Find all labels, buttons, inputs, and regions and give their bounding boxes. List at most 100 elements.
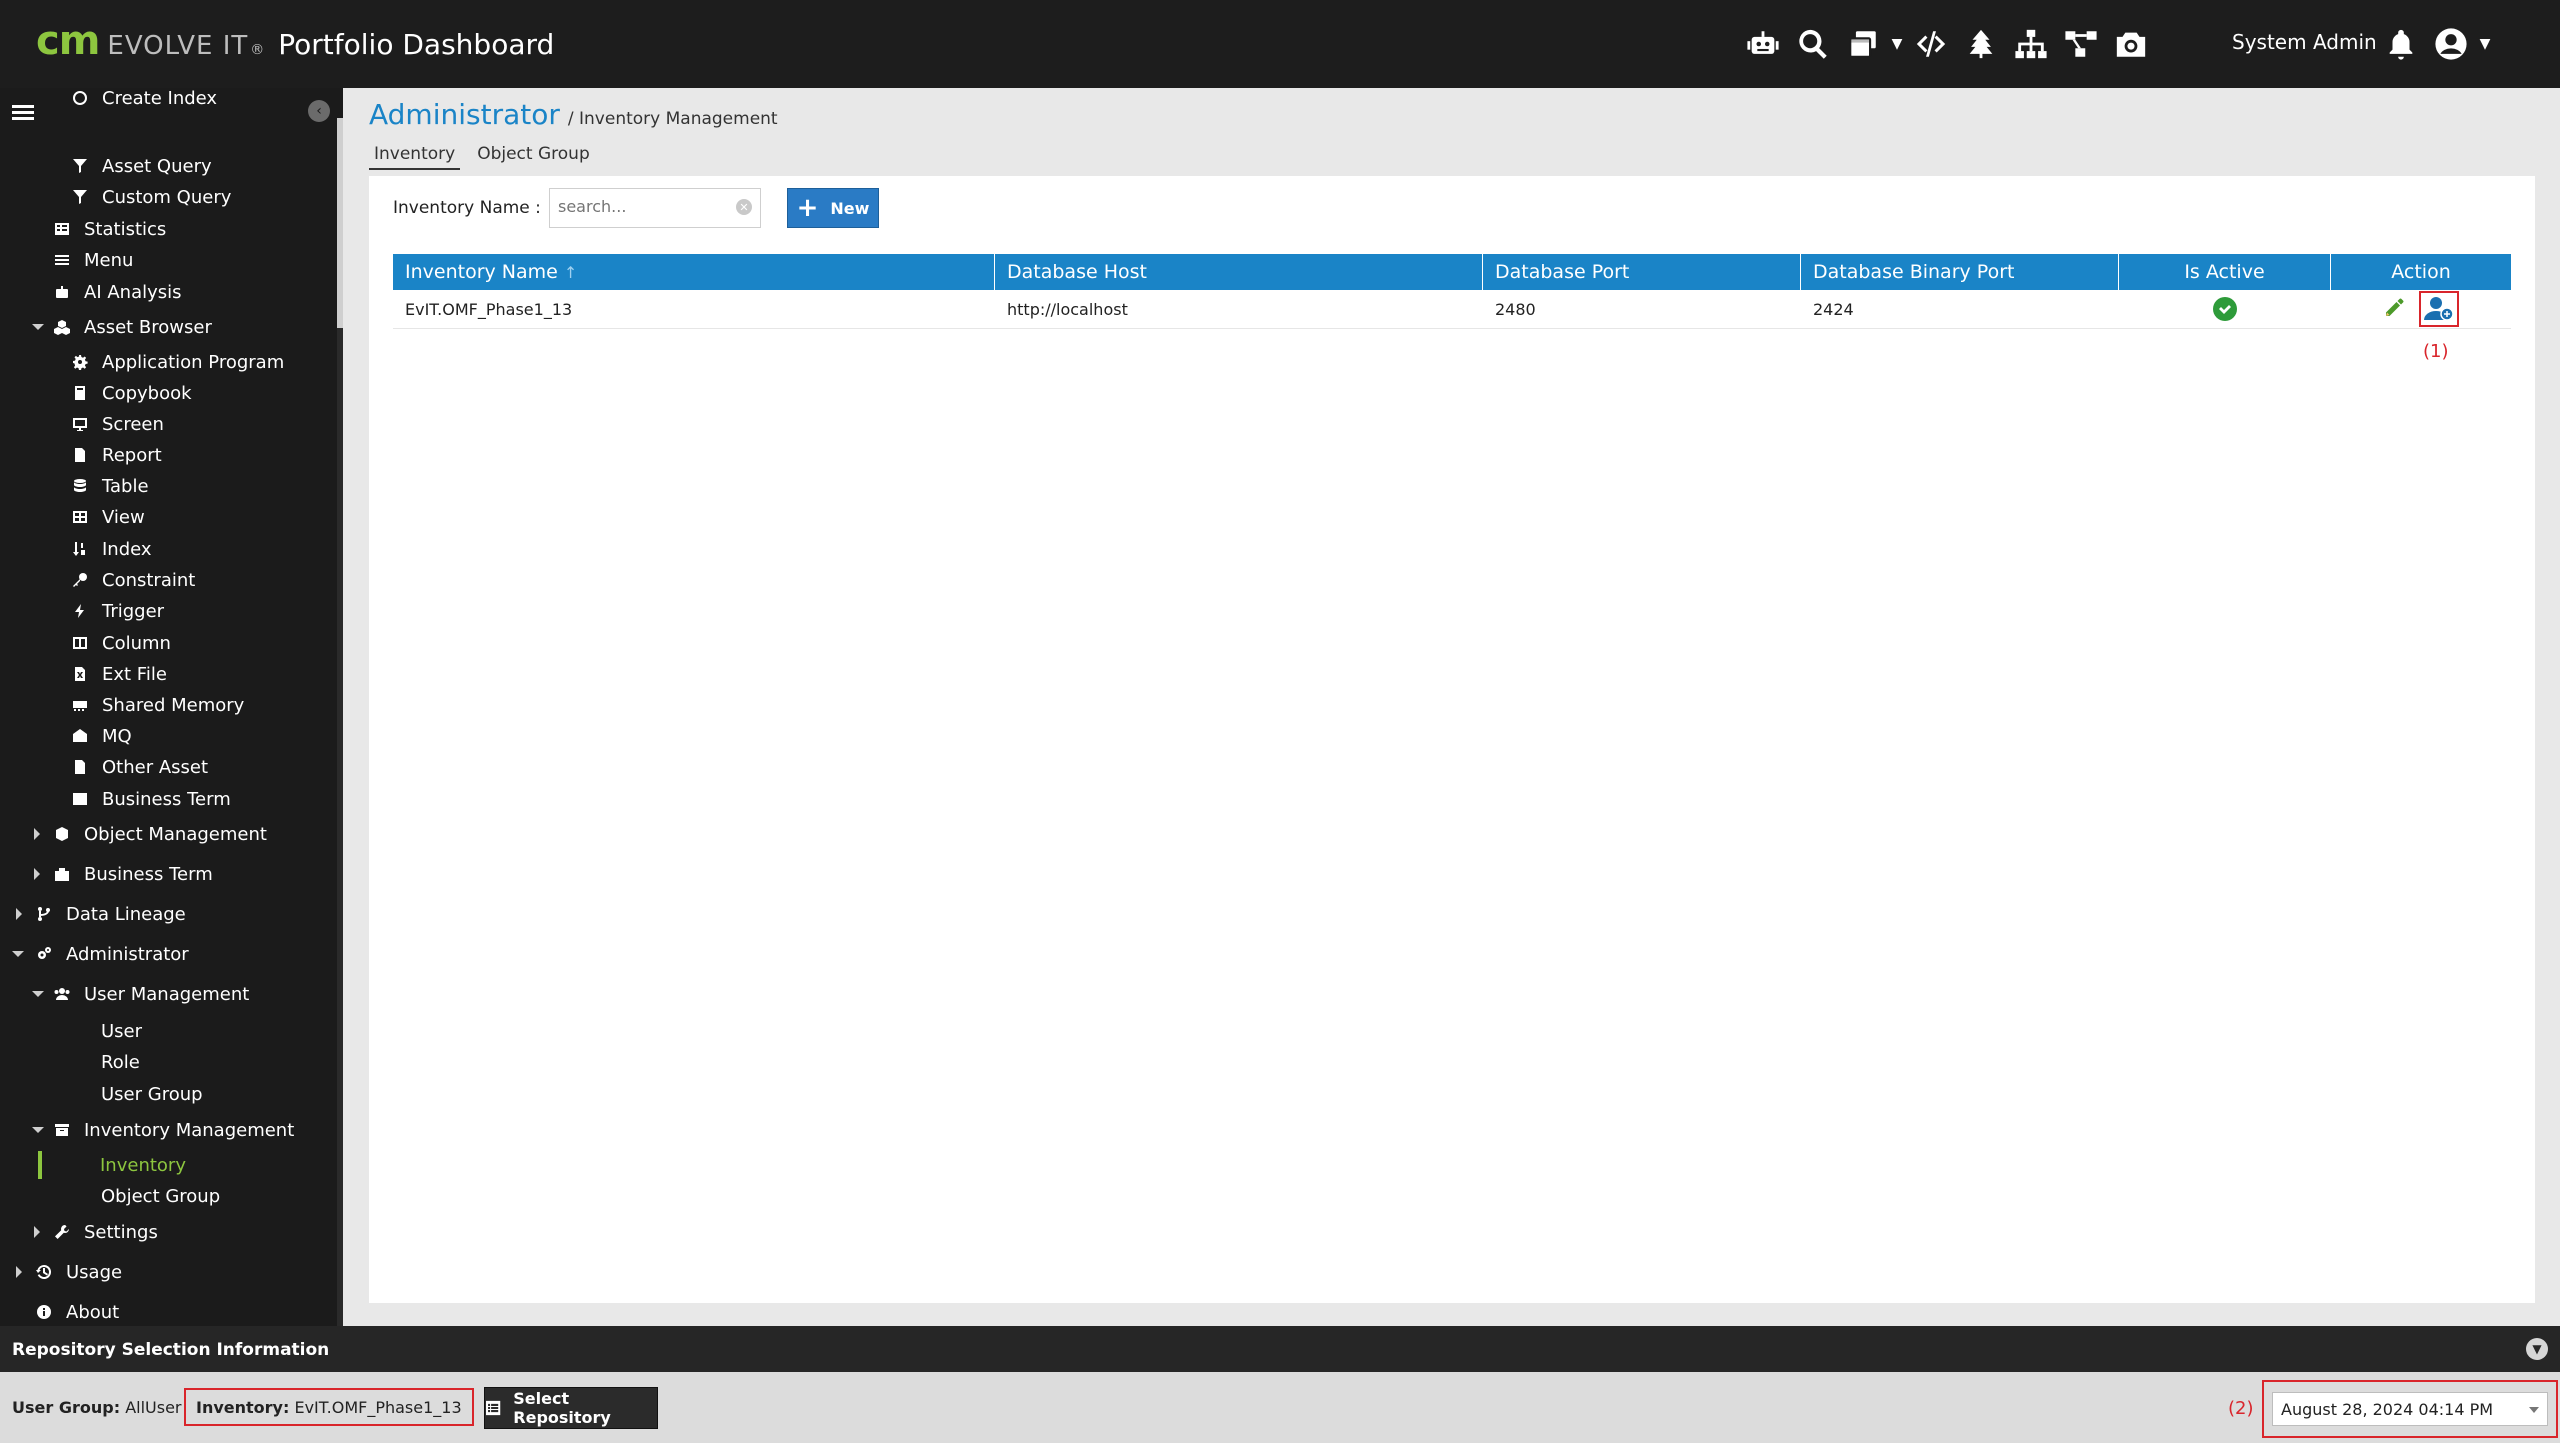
sidebar-item-object-group[interactable]: Object Group bbox=[101, 1182, 220, 1210]
inventory-search-input[interactable] bbox=[550, 189, 728, 223]
new-inventory-button[interactable]: + New bbox=[787, 188, 879, 228]
sidebar-item-mq[interactable]: MQ bbox=[70, 722, 132, 750]
filter-icon bbox=[70, 188, 90, 206]
sidebar-item-user[interactable]: User bbox=[101, 1017, 142, 1045]
sidebar-item-screen[interactable]: Screen bbox=[70, 410, 164, 438]
cell-database-host: http://localhost bbox=[1007, 299, 1128, 319]
column-header-action: Action bbox=[2391, 261, 2451, 283]
cubes-icon bbox=[52, 318, 72, 336]
list-icon bbox=[486, 1400, 501, 1416]
sidebar-item-business-term[interactable]: Business Term bbox=[34, 860, 213, 888]
table-row[interactable]: EvIT.OMF_Phase1_13 http://localhost 2480… bbox=[393, 290, 2511, 329]
expand-arrow-icon[interactable] bbox=[32, 1127, 44, 1133]
sidebar-item-shared-memory[interactable]: Shared Memory bbox=[70, 691, 244, 719]
breadcrumb-administrator[interactable]: Administrator bbox=[369, 98, 560, 131]
sidebar-item-create-index[interactable]: Create Index bbox=[70, 88, 217, 112]
sidebar-item-settings[interactable]: Settings bbox=[34, 1218, 158, 1246]
sidebar: ‹ Create Index Asset Query Custom Query … bbox=[0, 88, 343, 1326]
chevron-down-icon[interactable]: ▼ bbox=[2526, 1338, 2548, 1360]
column-header-database-host[interactable]: Database Host bbox=[995, 254, 1483, 290]
expand-arrow-icon[interactable] bbox=[12, 951, 24, 957]
sidebar-item-inventory[interactable]: Inventory bbox=[100, 1151, 186, 1179]
tree-icon[interactable] bbox=[1961, 24, 2001, 64]
expand-arrow-icon[interactable] bbox=[34, 1226, 40, 1238]
sidebar-item-ext-file[interactable]: Ext File bbox=[70, 660, 167, 688]
sitemap-icon[interactable] bbox=[2011, 24, 2051, 64]
sidebar-scrollbar[interactable] bbox=[337, 118, 343, 1326]
column-header-database-binary-port[interactable]: Database Binary Port bbox=[1801, 254, 2119, 290]
file-icon bbox=[70, 446, 90, 464]
sidebar-item-application-program[interactable]: Application Program bbox=[70, 348, 284, 376]
sidebar-item-ai-analysis[interactable]: AI Analysis bbox=[52, 278, 182, 306]
sidebar-item-menu[interactable]: Menu bbox=[52, 246, 133, 274]
sidebar-item-asset-query[interactable]: Asset Query bbox=[70, 152, 212, 180]
robot-icon[interactable] bbox=[1743, 24, 1783, 64]
app-logo[interactable]: cm EVOLVE IT ® Portfolio Dashboard bbox=[36, 18, 554, 70]
cell-is-active bbox=[2119, 290, 2331, 328]
column-header-inventory-name[interactable]: Inventory Name ↑ bbox=[393, 254, 995, 290]
select-repository-button[interactable]: Select Repository bbox=[484, 1387, 658, 1429]
sidebar-item-index[interactable]: Index bbox=[70, 535, 152, 563]
code-icon[interactable] bbox=[1911, 24, 1951, 64]
envelope-icon bbox=[70, 727, 90, 745]
users-icon bbox=[52, 985, 72, 1003]
tab-inventory[interactable]: Inventory bbox=[369, 142, 461, 170]
sidebar-item-data-lineage[interactable]: Data Lineage bbox=[16, 900, 186, 928]
cell-action bbox=[2331, 290, 2511, 328]
sidebar-item-statistics[interactable]: Statistics bbox=[52, 215, 166, 243]
book-icon bbox=[70, 384, 90, 402]
assign-users-button[interactable] bbox=[2419, 291, 2459, 327]
sidebar-item-business-term-asset[interactable]: Business Term bbox=[70, 785, 231, 813]
sidebar-item-inventory-management[interactable]: Inventory Management bbox=[32, 1116, 294, 1144]
sidebar-item-usage[interactable]: Usage bbox=[16, 1258, 122, 1286]
hamburger-icon[interactable] bbox=[12, 102, 34, 124]
sidebar-item-trigger[interactable]: Trigger bbox=[70, 597, 164, 625]
cogs-icon bbox=[34, 945, 54, 963]
plus-icon: + bbox=[796, 193, 819, 223]
columns-icon bbox=[70, 634, 90, 652]
sort-numeric-icon bbox=[70, 540, 90, 558]
tab-object-group[interactable]: Object Group bbox=[472, 142, 595, 170]
expand-arrow-icon[interactable] bbox=[34, 868, 40, 880]
sidebar-item-role[interactable]: Role bbox=[101, 1048, 140, 1076]
column-header-database-port[interactable]: Database Port bbox=[1483, 254, 1801, 290]
sidebar-item-copybook[interactable]: Copybook bbox=[70, 379, 192, 407]
sidebar-item-constraint[interactable]: Constraint bbox=[70, 566, 195, 594]
diagram-icon[interactable] bbox=[2061, 24, 2101, 64]
expand-arrow-icon[interactable] bbox=[32, 324, 44, 330]
collapse-sidebar-icon[interactable]: ‹ bbox=[308, 100, 330, 122]
history-icon bbox=[34, 1263, 54, 1281]
sidebar-item-administrator[interactable]: Administrator bbox=[12, 940, 189, 968]
camera-icon[interactable] bbox=[2111, 24, 2151, 64]
gear-icon bbox=[70, 353, 90, 371]
sidebar-item-other-asset[interactable]: Other Asset bbox=[70, 753, 208, 781]
expand-arrow-icon[interactable] bbox=[34, 828, 40, 840]
sidebar-item-table[interactable]: Table bbox=[70, 472, 149, 500]
user-menu-caret[interactable]: ▼ bbox=[2476, 24, 2494, 64]
bell-icon[interactable] bbox=[2381, 24, 2421, 64]
expand-arrow-icon[interactable] bbox=[16, 1266, 22, 1278]
repository-selection-bar: Repository Selection Information ▼ bbox=[0, 1326, 2560, 1372]
user-name[interactable]: System Admin bbox=[2232, 30, 2377, 54]
sidebar-item-custom-query[interactable]: Custom Query bbox=[70, 183, 231, 211]
sidebar-item-about[interactable]: About bbox=[34, 1298, 119, 1326]
sidebar-item-view[interactable]: View bbox=[70, 503, 145, 531]
search-icon[interactable] bbox=[1793, 24, 1833, 64]
windows-dropdown-caret[interactable]: ▼ bbox=[1888, 24, 1906, 64]
datetime-select[interactable]: August 28, 2024 04:14 PM bbox=[2272, 1392, 2548, 1426]
sidebar-item-asset-browser[interactable]: Asset Browser bbox=[32, 313, 212, 341]
expand-arrow-icon[interactable] bbox=[32, 991, 44, 997]
expand-arrow-icon[interactable] bbox=[16, 908, 22, 920]
sidebar-item-user-management[interactable]: User Management bbox=[32, 980, 249, 1008]
sidebar-item-user-group[interactable]: User Group bbox=[101, 1080, 203, 1108]
edit-pencil-icon[interactable] bbox=[2383, 295, 2407, 323]
info-icon bbox=[34, 1303, 54, 1321]
inventory-status: Inventory: EvIT.OMF_Phase1_13 bbox=[184, 1388, 474, 1426]
user-circle-icon[interactable] bbox=[2431, 24, 2471, 64]
clear-search-icon[interactable]: ✕ bbox=[736, 199, 752, 215]
windows-icon[interactable] bbox=[1843, 24, 1883, 64]
column-header-is-active[interactable]: Is Active bbox=[2119, 254, 2331, 290]
sidebar-item-column[interactable]: Column bbox=[70, 629, 171, 657]
sidebar-item-object-management[interactable]: Object Management bbox=[34, 820, 267, 848]
sidebar-item-report[interactable]: Report bbox=[70, 441, 162, 469]
